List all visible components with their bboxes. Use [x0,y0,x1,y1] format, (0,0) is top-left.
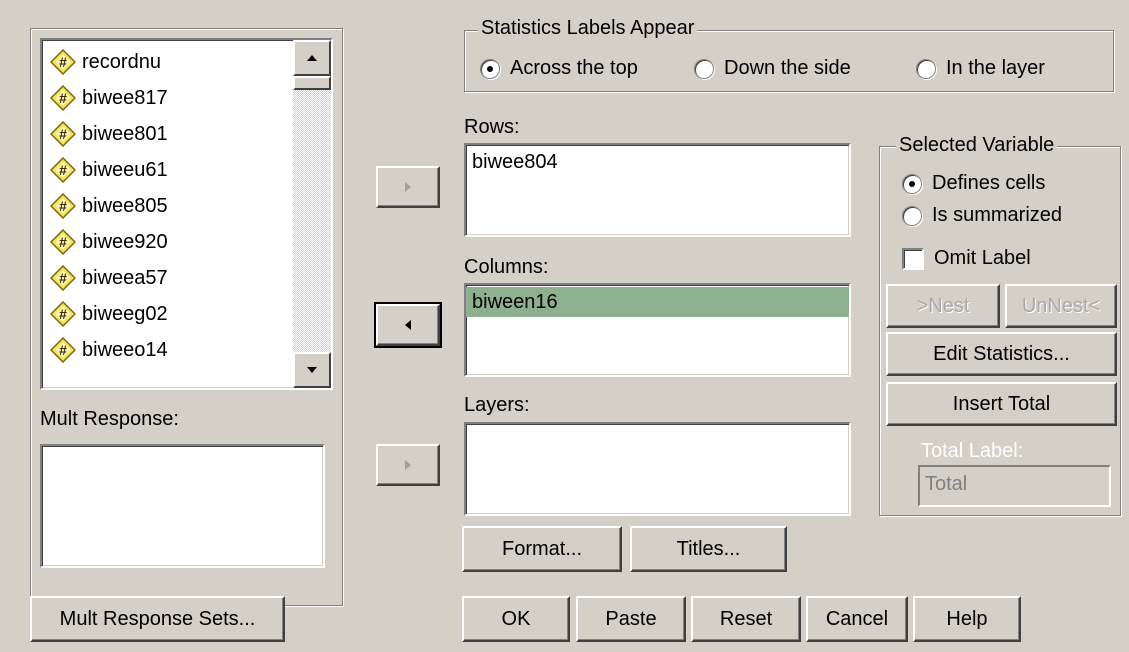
numeric-variable-icon [50,49,76,75]
total-label-value: Total [925,473,968,495]
variable-list-item[interactable]: biweeg02 [42,296,291,332]
variable-list-item[interactable]: recordnu [42,44,291,80]
radio-down-the-side[interactable]: Down the side [694,57,851,80]
variable-name: biweea57 [82,266,168,289]
numeric-variable-icon [50,121,76,147]
nest-button[interactable]: >Nest [886,284,1000,328]
scroll-up-button[interactable] [293,40,331,76]
variable-name: recordnu [82,50,161,73]
rows-list[interactable]: biwee804 [464,143,851,237]
numeric-variable-icon [50,301,76,327]
radio-across-the-top[interactable]: Across the top [480,57,638,80]
radio-in-the-layer-indicator[interactable] [916,58,936,79]
radio-is-summarized[interactable]: Is summarized [902,204,1062,227]
numeric-variable-icon [50,265,76,291]
ok-button[interactable]: OK [462,596,570,642]
columns-item-selected[interactable]: biween16 [466,287,849,317]
edit-statistics-button[interactable]: Edit Statistics... [886,332,1117,376]
reset-button[interactable]: Reset [691,596,801,642]
total-label-caption: Total Label: [921,440,1024,462]
total-label-field[interactable]: Total [918,465,1111,507]
variable-name: biwee801 [82,122,168,145]
variable-name: biwee817 [82,86,168,109]
arrow-down-icon [307,367,317,373]
variable-list-scrollbar[interactable] [293,40,331,388]
mult-response-label: Mult Response: [40,408,179,430]
radio-across-the-top-label: Across the top [510,57,638,79]
help-button[interactable]: Help [913,596,1021,642]
variable-list-item[interactable]: biwee920 [42,224,291,260]
radio-down-the-side-indicator[interactable] [694,58,714,79]
columns-list[interactable]: biween16 [464,283,851,377]
mult-response-list[interactable] [40,444,325,568]
radio-is-summarized-indicator[interactable] [902,205,922,226]
variable-list-items: recordnu biwee817 biwee801 biweeu61 biwee805… [42,44,291,386]
rows-item[interactable]: biwee804 [466,145,849,174]
selected-variable-title: Selected Variable [896,134,1058,157]
radio-across-the-top-indicator[interactable] [480,58,500,79]
variable-list-item[interactable]: biwee805 [42,188,291,224]
variable-list-item[interactable]: biwee801 [42,116,291,152]
omit-label-checkbox-box[interactable] [902,247,924,270]
arrow-right-icon [405,182,411,192]
variable-list-item[interactable]: biwee817 [42,80,291,116]
cancel-button[interactable]: Cancel [806,596,908,642]
radio-is-summarized-label: Is summarized [932,204,1063,226]
variable-list[interactable]: recordnu biwee817 biwee801 biweeu61 biwee805… [40,38,333,390]
radio-down-the-side-label: Down the side [724,57,851,79]
move-from-columns-button[interactable] [374,302,442,348]
variable-name: biweeg02 [82,302,168,325]
numeric-variable-icon [50,85,76,111]
unnest-button[interactable]: UnNest< [1005,284,1117,328]
move-to-layers-button[interactable] [376,444,440,486]
radio-defines-cells-indicator[interactable] [902,173,922,194]
omit-label-label: Omit Label [934,247,1031,269]
variable-name: biweeu61 [82,158,168,181]
move-to-rows-button[interactable] [376,166,440,208]
paste-button[interactable]: Paste [576,596,686,642]
variable-name: biweeo14 [82,338,168,361]
variable-list-item[interactable]: biweeo14 [42,332,291,368]
arrow-left-icon [405,320,411,330]
format-button[interactable]: Format... [462,526,622,572]
numeric-variable-icon [50,229,76,255]
rows-label: Rows: [464,116,520,138]
numeric-variable-icon [50,337,76,363]
mult-response-sets-button[interactable]: Mult Response Sets... [30,596,285,642]
radio-defines-cells-label: Defines cells [932,172,1046,194]
omit-label-checkbox[interactable]: Omit Label [902,247,1031,270]
layers-list[interactable] [464,422,851,516]
variable-name: biwee920 [82,230,168,253]
layers-label: Layers: [464,394,530,416]
arrow-right-icon [405,460,411,470]
radio-defines-cells[interactable]: Defines cells [902,172,1045,195]
scroll-down-button[interactable] [293,352,331,388]
columns-label: Columns: [464,256,549,278]
insert-total-button[interactable]: Insert Total [886,382,1117,426]
numeric-variable-icon [50,157,76,183]
titles-button[interactable]: Titles... [630,526,787,572]
variable-list-item[interactable]: biweea57 [42,260,291,296]
numeric-variable-icon [50,193,76,219]
radio-in-the-layer[interactable]: In the layer [916,57,1045,80]
scroll-thumb[interactable] [293,76,331,90]
arrow-up-icon [307,55,317,61]
stat-labels-title: Statistics Labels Appear [478,17,698,40]
variable-name: biwee805 [82,194,168,217]
variable-list-item[interactable]: biweeu61 [42,152,291,188]
radio-in-the-layer-label: In the layer [946,57,1045,79]
